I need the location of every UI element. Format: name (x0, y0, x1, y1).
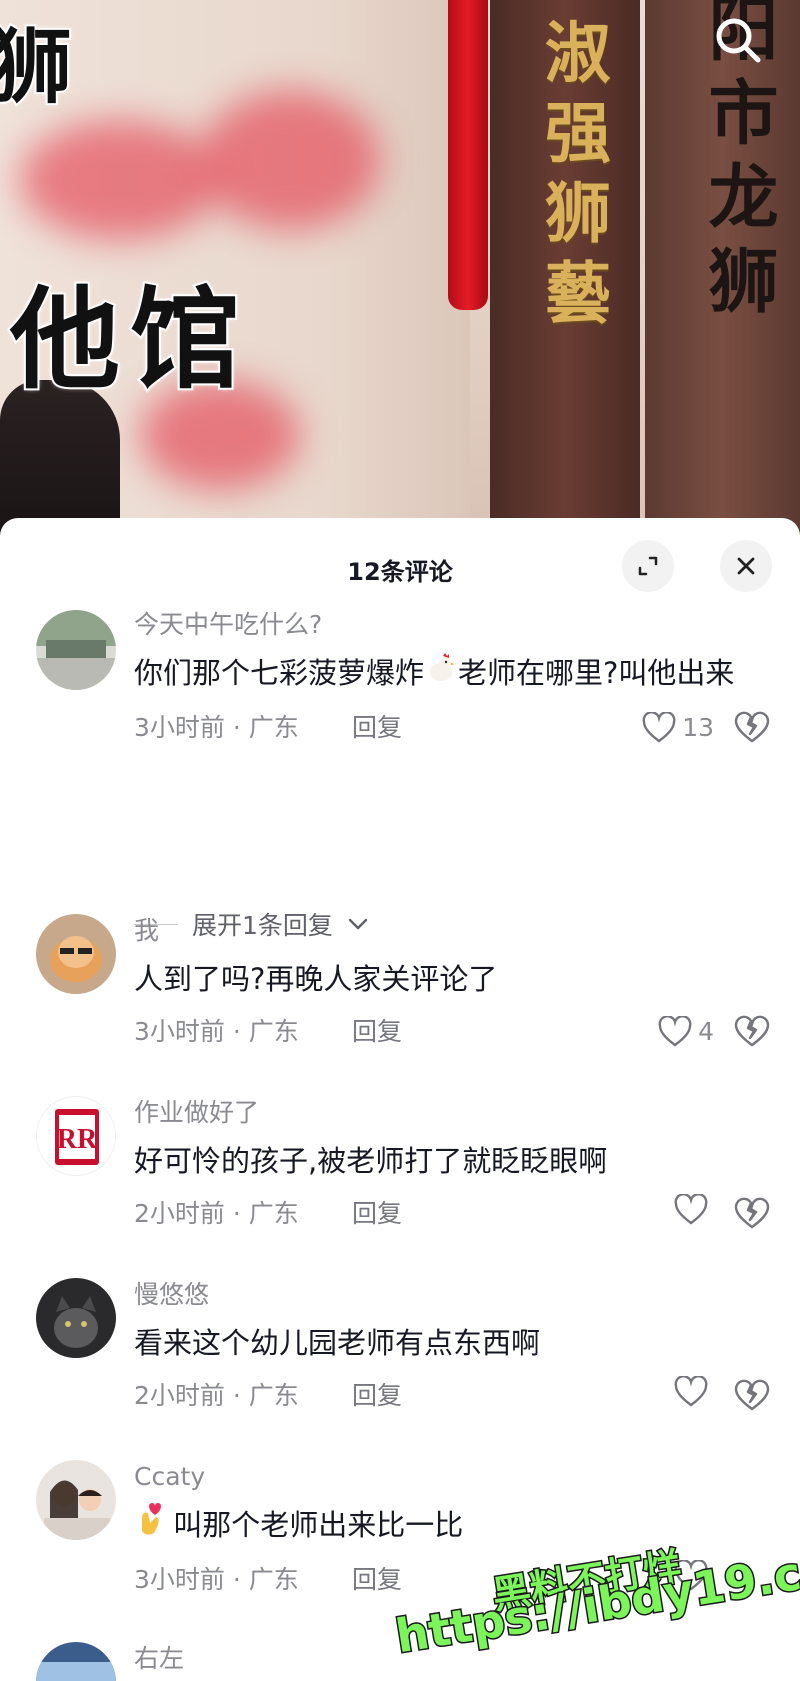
comment-sheet-header: 12条评论 (0, 518, 800, 614)
close-button[interactable] (720, 540, 772, 592)
comment-time-location: 3小时前 · 广东 (134, 1565, 299, 1594)
comment-meta: 3小时前 · 广东 回复 4 (134, 1012, 770, 1052)
comment-time-location: 3小时前 · 广东 (134, 1017, 299, 1046)
broken-heart-icon (734, 1379, 770, 1411)
reply-button[interactable]: 回复 (352, 708, 402, 748)
reply-button[interactable]: 回复 (352, 1376, 402, 1416)
red-smoke (20, 120, 220, 240)
heart-icon (658, 1016, 692, 1047)
like-button[interactable]: 4 (658, 1012, 714, 1052)
like-count: 13 (682, 713, 714, 742)
comment-sheet: 12条评论 今天中午吃什么? 你们那个七彩菠萝爆炸 老师在哪里?叫他出来 3小时… (0, 518, 800, 1681)
comment-text: 看来这个幼儿园老师有点东西啊 (134, 1326, 541, 1360)
heart-icon (642, 712, 676, 743)
broken-heart-icon (734, 1015, 770, 1047)
reply-button[interactable]: 回复 (352, 1194, 402, 1234)
like-button[interactable] (674, 1194, 714, 1226)
heart-icon (674, 1376, 708, 1407)
plaque-gold-text: 淑强狮藝 (534, 18, 612, 338)
avatar[interactable] (36, 1642, 116, 1681)
dislike-button[interactable] (734, 1196, 770, 1242)
video-background[interactable]: 淑强狮藝 阳市龙狮 狮 他馆 (0, 0, 800, 540)
avatar[interactable]: RR (36, 1096, 116, 1176)
avatar[interactable] (36, 1460, 116, 1540)
comment-time-location: 3小时前 · 广东 (134, 713, 299, 742)
video-caption-main: 他馆 (8, 274, 250, 406)
dislike-button[interactable] (734, 1014, 770, 1060)
comment-username[interactable]: 作业做好了 (134, 1098, 770, 1128)
expand-icon (638, 556, 658, 576)
heart-icon (674, 1194, 708, 1225)
broken-heart-icon (734, 711, 770, 743)
search-button[interactable] (708, 10, 768, 70)
avatar[interactable] (36, 914, 116, 994)
comment-text: 好可怜的孩子,被老师打了就眨眨眼啊 (134, 1144, 608, 1178)
svg-text:RR: RR (57, 1124, 98, 1155)
reply-button[interactable]: 回复 (352, 1560, 402, 1600)
thumb-index-heart-icon (134, 1502, 164, 1552)
dislike-button[interactable] (734, 710, 770, 756)
comment-meta: 2小时前 · 广东 回复 (134, 1194, 770, 1234)
avatar[interactable] (36, 610, 116, 690)
close-icon (737, 557, 755, 575)
comment-meta: 3小时前 · 广东 回复 13 (134, 708, 770, 748)
avatar[interactable] (36, 1278, 116, 1358)
comment-count-title: 12条评论 (347, 558, 453, 586)
red-smoke (200, 90, 380, 230)
dislike-button[interactable] (734, 1378, 770, 1424)
comment-username[interactable]: 我 (134, 916, 770, 946)
chicken-emoji-icon (424, 650, 458, 700)
like-count: 4 (698, 1017, 714, 1046)
comment-meta: 2小时前 · 广东 回复 (134, 1376, 770, 1416)
comment-text: 人到了吗?再晚人家关评论了 (134, 962, 498, 996)
comment-username[interactable]: Ccaty (134, 1462, 770, 1492)
comment-time-location: 2小时前 · 广东 (134, 1199, 299, 1228)
search-icon (716, 18, 761, 63)
like-button[interactable] (674, 1376, 714, 1408)
comment-text-part: 叫那个老师出来比一比 (173, 1508, 464, 1542)
comment-username[interactable]: 今天中午吃什么? (134, 610, 770, 640)
broken-heart-icon (734, 1197, 770, 1229)
comment-time-location: 2小时前 · 广东 (134, 1381, 299, 1410)
comment-text: 你们那个七彩菠萝爆炸 老师在哪里?叫他出来 (134, 648, 770, 700)
red-ribbon (448, 0, 488, 310)
reply-button[interactable]: 回复 (352, 1012, 402, 1052)
comment-text-part: 老师在哪里?叫他出来 (458, 656, 735, 690)
like-button[interactable]: 13 (642, 708, 714, 748)
comment-text-part: 你们那个七彩菠萝爆炸 (134, 656, 425, 690)
expand-button[interactable] (622, 540, 674, 592)
comment-username[interactable]: 慢悠悠 (134, 1280, 770, 1310)
video-caption-top: 狮 (0, 18, 74, 117)
